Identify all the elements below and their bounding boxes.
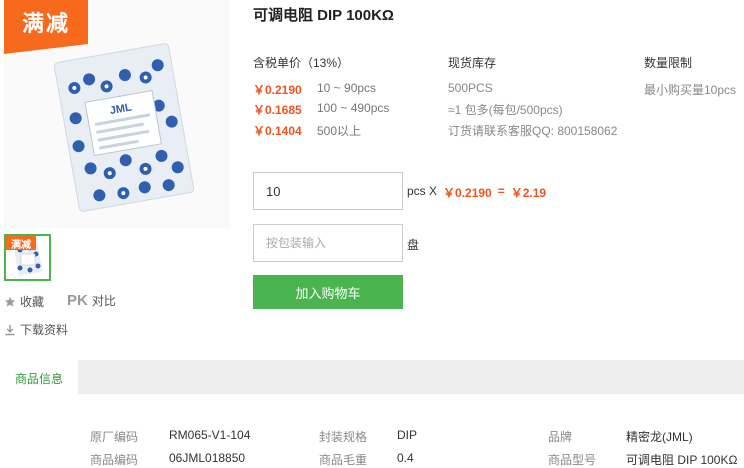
tab-product-info[interactable]: 商品信息 xyxy=(0,360,78,394)
spec-value-cell: RM065-V1-104 xyxy=(169,428,250,442)
tier-price: ￥0.1685 xyxy=(253,103,302,117)
pk-badge: PK xyxy=(67,292,88,309)
stock-header: 现货库存 xyxy=(448,56,497,70)
download-icon xyxy=(5,324,15,335)
limit-header: 数量限制 xyxy=(644,56,693,70)
favorite-action[interactable]: 收藏 xyxy=(4,293,44,310)
spec-value-cell: 可调电阻 DIP 100KΩ xyxy=(626,451,737,468)
star-icon xyxy=(4,296,16,307)
download-label: 下载资料 xyxy=(20,323,69,337)
product-bag-illustration: JML xyxy=(53,43,195,212)
spec-key: 商品编码 xyxy=(90,453,139,467)
compare-label: 对比 xyxy=(91,294,116,308)
spec-value-cell: 0.4 xyxy=(397,451,414,465)
spec-key-cell: 封装规格 xyxy=(319,428,367,445)
spec-value: 06JML018850 xyxy=(169,451,246,465)
min-purchase: 最小购买量10pcs xyxy=(644,83,737,97)
tier-quantity: 10 ~ 90pcs xyxy=(317,81,377,95)
spec-value: 0.4 xyxy=(397,451,414,465)
price-header: 含税单价（13%） xyxy=(253,56,350,70)
promo-badge: 满减 xyxy=(4,0,88,54)
spec-key: 商品毛重 xyxy=(319,453,368,467)
spec-key: 封装规格 xyxy=(319,430,368,444)
price-calculation: pcs X ￥0.2190 = ￥2.19 xyxy=(407,184,546,201)
spec-key: 商品型号 xyxy=(548,453,597,467)
product-thumbnail[interactable]: 满减 xyxy=(4,234,51,281)
tier-quantity: 100 ~ 490pcs xyxy=(317,101,390,115)
download-action[interactable]: 下载资料 xyxy=(4,321,68,338)
tier-price: ￥0.2190 xyxy=(253,83,302,97)
spec-key: 品牌 xyxy=(548,430,573,444)
tier-price: ￥0.1404 xyxy=(253,124,302,138)
pack-input[interactable] xyxy=(253,224,403,262)
spec-value: 精密龙(JML) xyxy=(626,430,693,444)
thumbnail-promo-badge: 满减 xyxy=(6,236,36,251)
calc-equals: = xyxy=(497,184,505,198)
quantity-input[interactable] xyxy=(253,172,403,210)
spec-value-cell: DIP xyxy=(397,428,417,442)
spec-value: RM065-V1-104 xyxy=(169,428,251,442)
calc-total: ￥2.19 xyxy=(510,186,547,200)
spec-value-cell: 精密龙(JML) xyxy=(626,428,693,445)
calc-unit-price: ￥0.2190 xyxy=(443,186,492,200)
product-main-image: JML 满减 xyxy=(4,0,230,228)
favorite-label: 收藏 xyxy=(20,295,45,309)
add-to-cart-button[interactable]: 加入购物车 xyxy=(253,275,403,309)
spec-value: DIP xyxy=(397,428,418,442)
stock-pack-info: ≈1 包多(每包/500pcs) xyxy=(448,103,563,117)
spec-key-cell: 商品毛重 xyxy=(319,451,367,468)
stock-contact: 订货请联系客服QQ: 800158062 xyxy=(448,124,618,138)
spec-value-cell: 06JML018850 xyxy=(169,451,245,465)
stock-amount: 500PCS xyxy=(448,81,493,95)
spec-key-cell: 商品型号 xyxy=(548,451,596,468)
pack-unit: 盘 xyxy=(407,238,420,252)
detail-tab-bar: 商品信息 xyxy=(0,360,744,394)
spec-row: 原厂编码 xyxy=(90,428,138,445)
spec-key: 原厂编码 xyxy=(90,430,139,444)
quantity-unit: pcs X xyxy=(407,184,438,198)
tier-quantity: 500以上 xyxy=(317,124,362,138)
spec-key-cell: 品牌 xyxy=(548,428,572,445)
product-title: 可调电阻 DIP 100KΩ xyxy=(253,7,394,24)
compare-action[interactable]: PK 对比 xyxy=(67,292,116,309)
spec-value: 可调电阻 DIP 100KΩ xyxy=(626,453,738,467)
spec-key-cell: 商品编码 xyxy=(90,451,138,468)
price-tier-row: ￥0.1404 500以上 xyxy=(253,122,361,139)
price-tier-row: ￥0.2190 10 ~ 90pcs xyxy=(253,81,376,98)
price-tier-row: ￥0.1685 100 ~ 490pcs xyxy=(253,101,389,118)
